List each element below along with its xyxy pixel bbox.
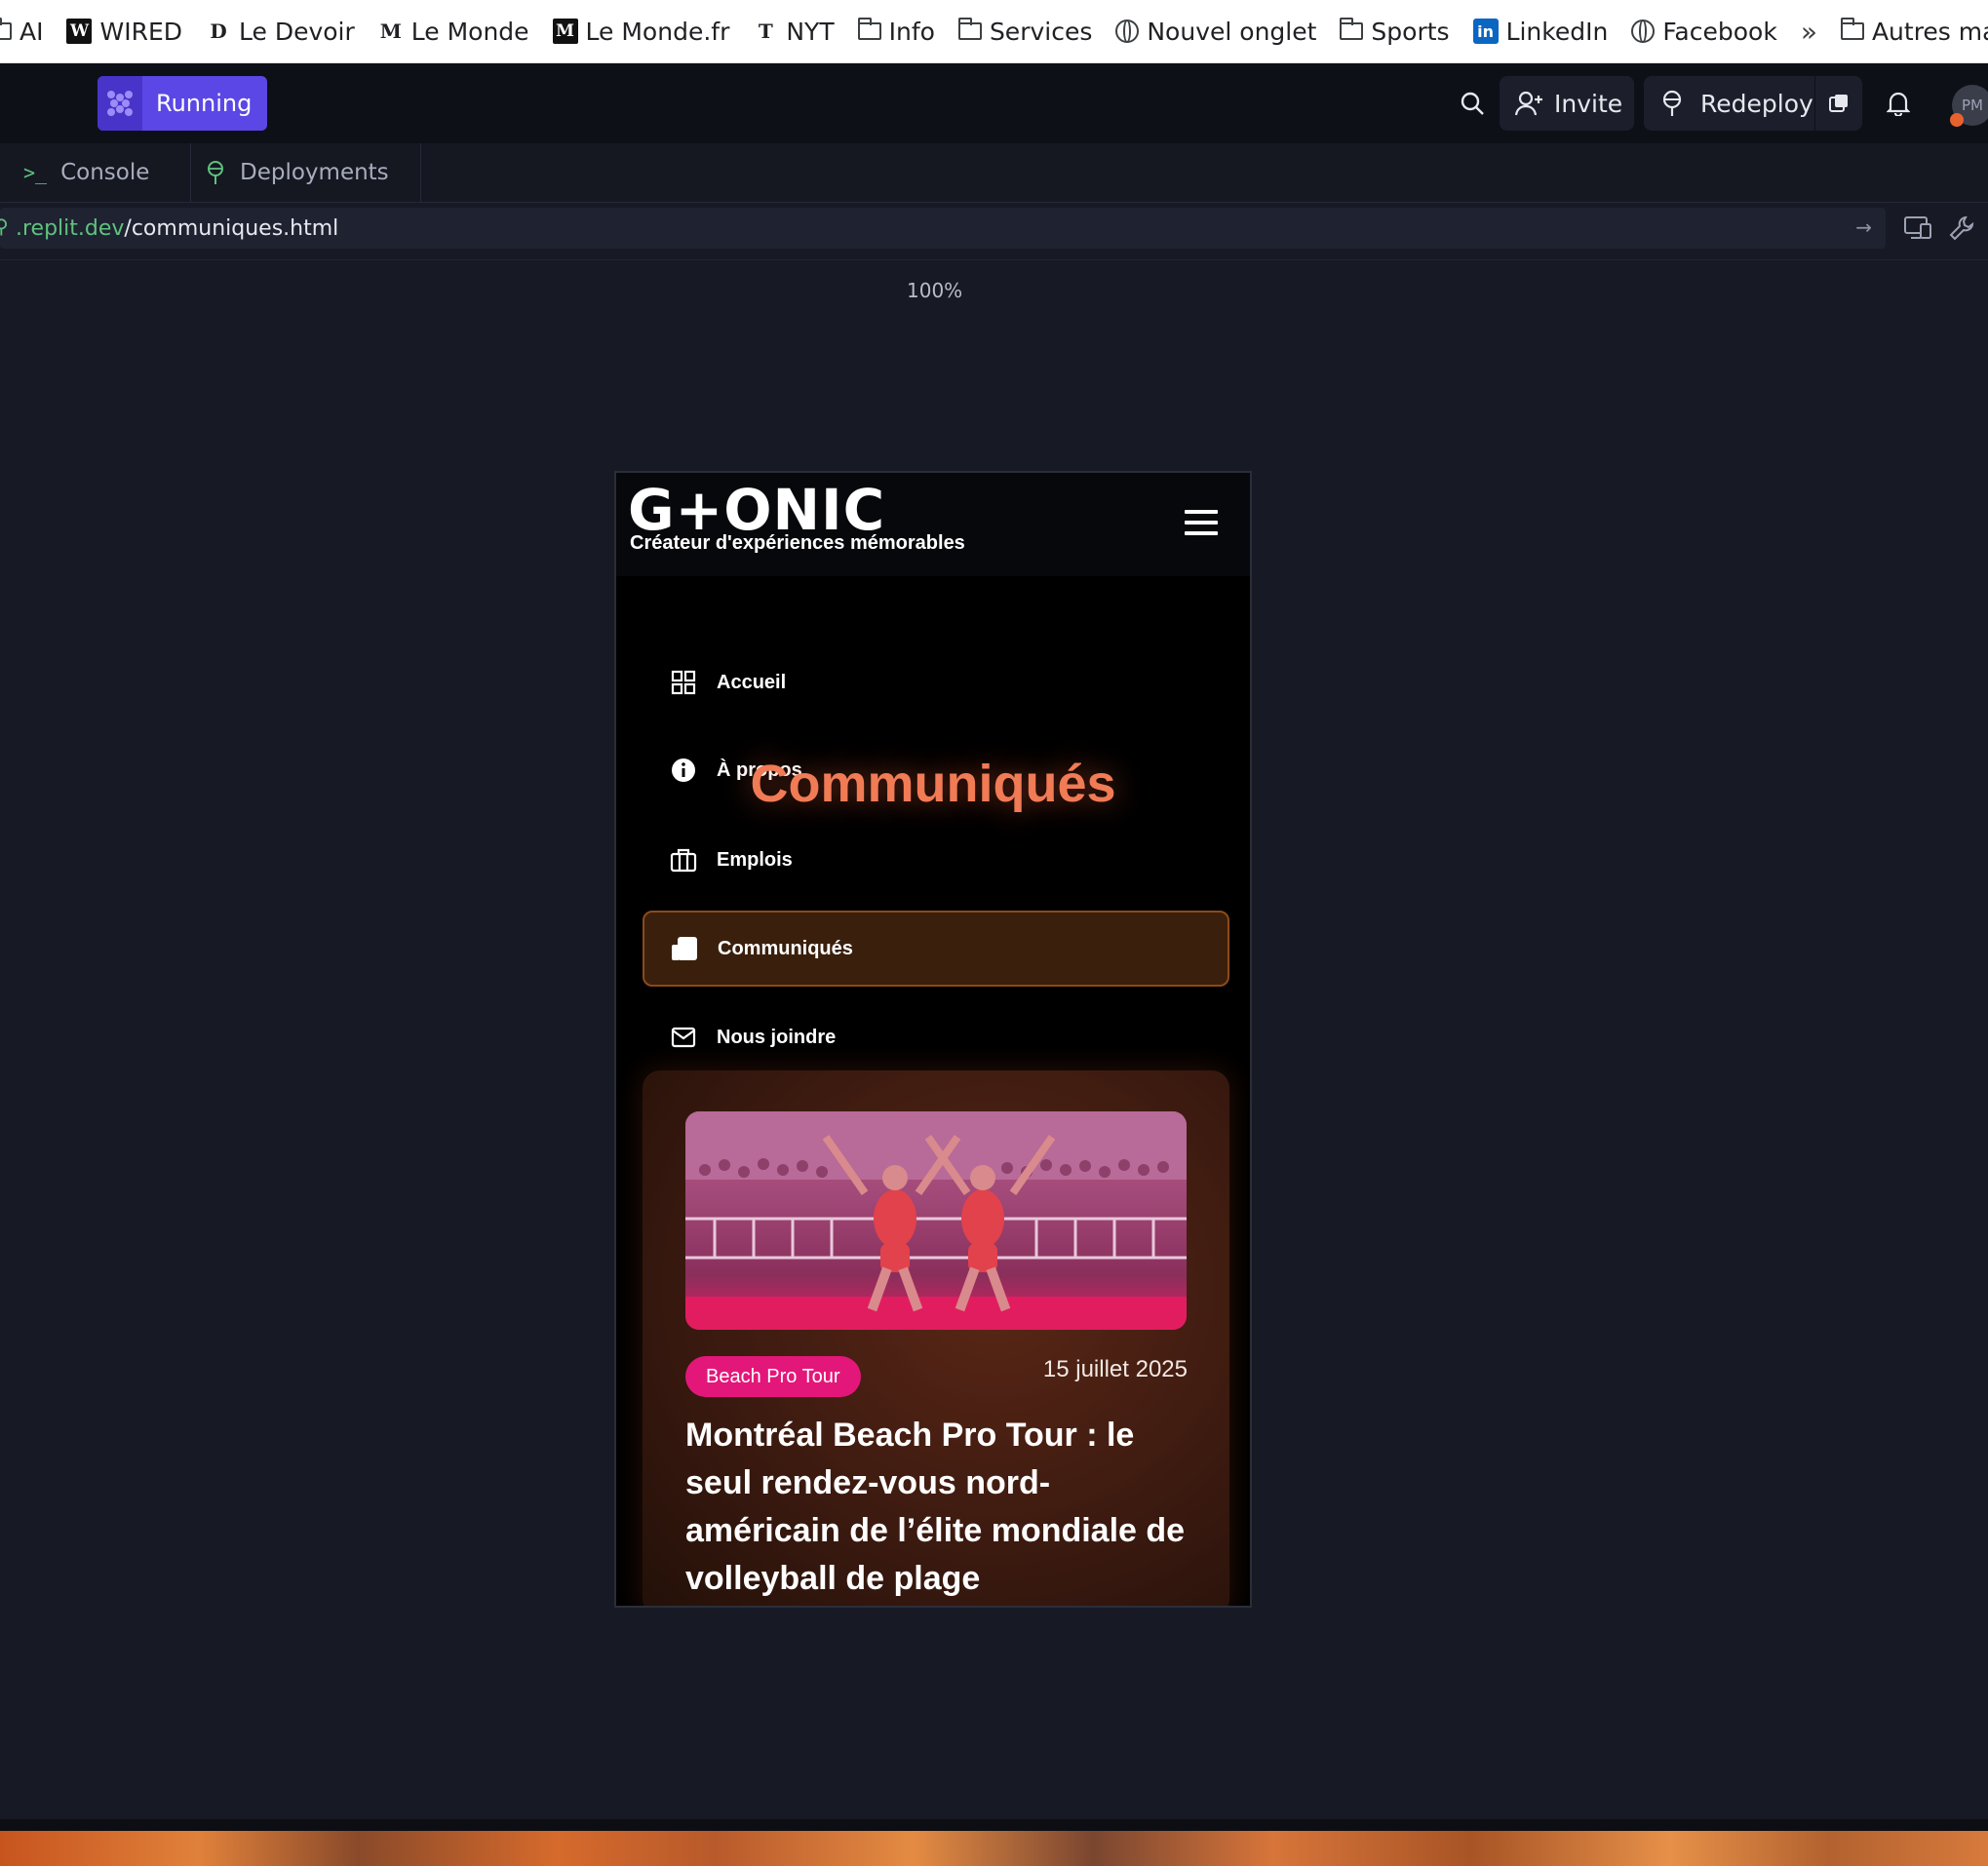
nav-item-emplois[interactable]: Emplois — [670, 840, 793, 879]
press-release-date: 15 juillet 2025 — [1042, 1356, 1188, 1382]
nav-item-communiques[interactable]: Communiqués — [671, 929, 853, 968]
site-tagline: Créateur d'expériences mémorables — [630, 532, 965, 554]
bookmark-le-monde-fr[interactable]: M Le Monde.fr — [552, 17, 730, 46]
site-header: G+ONIC Créateur d'expériences mémorables — [616, 473, 1250, 576]
folder-icon — [1840, 18, 1864, 40]
webview-url-bar[interactable]: ⚲ .replit.dev /communiques.html → — [0, 208, 1886, 249]
mobile-preview-frame: G+ONIC Créateur d'expériences mémorables… — [614, 471, 1252, 1608]
devtools-icon[interactable] — [1903, 214, 1932, 246]
bookmark-label: Le Devoir — [239, 17, 355, 46]
add-user-icon — [1515, 91, 1542, 116]
bookmark-label: NYT — [786, 17, 835, 46]
bookmark-label: WIRED — [99, 17, 182, 46]
press-release-image — [685, 1111, 1187, 1330]
desktop-wallpaper — [0, 1831, 1988, 1866]
terminal-icon: >_ — [23, 161, 48, 184]
bookmark-label: Sports — [1371, 17, 1450, 46]
grid-icon — [670, 669, 697, 696]
redeploy-button[interactable]: Redeploy — [1644, 76, 1862, 131]
menu-icon[interactable] — [1185, 510, 1218, 535]
folder-icon — [0, 18, 12, 40]
notifications-button[interactable] — [1870, 76, 1927, 131]
bookmark-label: Le Monde — [410, 17, 529, 46]
bookmark-label: Services — [989, 17, 1093, 46]
workspace-header: Running Invite Redeploy PM — [0, 63, 1988, 143]
page-title: Communiqués — [750, 755, 1116, 813]
nav-item-nous-joindre[interactable]: Nous joindre — [670, 1018, 836, 1057]
press-release-title[interactable]: Montréal Beach Pro Tour : le seul rendez… — [685, 1412, 1192, 1603]
arrow-right-icon[interactable]: → — [1855, 215, 1872, 239]
bookmark-services[interactable]: Services — [957, 17, 1093, 46]
bookmarks-overflow-button[interactable]: » — [1801, 16, 1817, 48]
folder-icon — [957, 18, 982, 40]
divider — [0, 1819, 1988, 1831]
bookmark-sports[interactable]: Sports — [1340, 17, 1450, 46]
bookmark-le-monde[interactable]: M Le Monde — [378, 18, 529, 46]
wired-logo-icon: W — [66, 19, 93, 44]
tab-label: Console — [60, 160, 150, 185]
bookmark-label: Facebook — [1662, 17, 1777, 46]
nav-label: Accueil — [717, 671, 787, 693]
nav-label: Communiqués — [718, 937, 853, 959]
bookmark-facebook[interactable]: Facebook — [1631, 17, 1777, 46]
bell-icon — [1887, 92, 1910, 116]
tab-console[interactable]: >_ Console — [0, 143, 191, 202]
le-monde-fr-logo-icon: M — [552, 19, 578, 44]
linkedin-icon: in — [1472, 19, 1499, 44]
pane-tabs: >_ Console Deployments — [0, 143, 1988, 203]
briefcase-icon — [670, 846, 697, 874]
avatar-status-dot — [1950, 113, 1964, 127]
mail-icon — [670, 1024, 697, 1051]
press-release-card[interactable]: Beach Pro Tour 15 juillet 2025 Montréal … — [643, 1070, 1229, 1606]
bookmarks-bar: AI W WIRED D Le Devoir M Le Monde M Le M… — [0, 0, 1988, 63]
folder-icon — [857, 18, 881, 40]
tab-label: Deployments — [240, 160, 389, 185]
invite-button[interactable]: Invite — [1500, 76, 1634, 131]
tab-deployments[interactable]: Deployments — [191, 143, 421, 202]
bookmark-nyt[interactable]: T NYT — [753, 17, 835, 46]
globe-icon — [1631, 19, 1656, 43]
deploy-options-icon[interactable] — [1814, 76, 1862, 131]
run-status-label: Running — [156, 90, 253, 117]
zoom-level: 100% — [907, 279, 963, 302]
nav-item-accueil[interactable]: Accueil — [670, 663, 786, 702]
deployments-icon — [208, 161, 223, 184]
chevron-double-right-icon: » — [1800, 15, 1817, 48]
bookmark-le-devoir[interactable]: D Le Devoir — [206, 17, 355, 46]
invite-label: Invite — [1554, 89, 1623, 118]
bookmark-info[interactable]: Info — [857, 17, 935, 46]
redeploy-label: Redeploy — [1700, 89, 1813, 118]
run-status-button[interactable]: Running — [97, 76, 268, 131]
bookmark-ai[interactable]: AI — [0, 18, 43, 46]
nav-label: Emplois — [717, 848, 793, 871]
wrench-icon[interactable] — [1948, 214, 1975, 246]
bookmark-nouvel-onglet[interactable]: Nouvel onglet — [1115, 18, 1316, 46]
deploy-icon — [1662, 90, 1682, 116]
bookmark-label: Info — [888, 17, 935, 46]
folder-icon — [1340, 18, 1364, 40]
search-icon — [1461, 92, 1484, 115]
link-icon: ⚲ — [0, 214, 9, 238]
search-button[interactable] — [1443, 76, 1501, 131]
divider — [0, 259, 1988, 260]
bookmark-label: AI — [19, 17, 44, 46]
bookmark-wired[interactable]: W WIRED — [66, 18, 182, 46]
bookmark-autres[interactable]: Autres marque-pa — [1840, 17, 1988, 46]
bookmark-label: Autres marque-pa — [1871, 17, 1988, 46]
url-path: /communiques.html — [124, 215, 339, 241]
globe-icon — [1115, 19, 1140, 43]
le-monde-logo-icon: M — [379, 19, 402, 43]
nav-label: Nous joindre — [717, 1026, 837, 1048]
nyt-logo-icon: T — [758, 19, 773, 43]
url-host: .replit.dev — [16, 215, 125, 241]
bookmark-label: Le Monde.fr — [585, 17, 730, 46]
run-status-icon — [97, 76, 142, 131]
bookmark-label: Nouvel onglet — [1147, 17, 1317, 46]
category-badge[interactable]: Beach Pro Tour — [685, 1356, 861, 1397]
bookmark-linkedin[interactable]: in LinkedIn — [1472, 17, 1609, 46]
le-devoir-logo-icon: D — [210, 19, 227, 43]
bookmark-label: LinkedIn — [1505, 17, 1609, 46]
newspaper-icon — [671, 935, 698, 962]
